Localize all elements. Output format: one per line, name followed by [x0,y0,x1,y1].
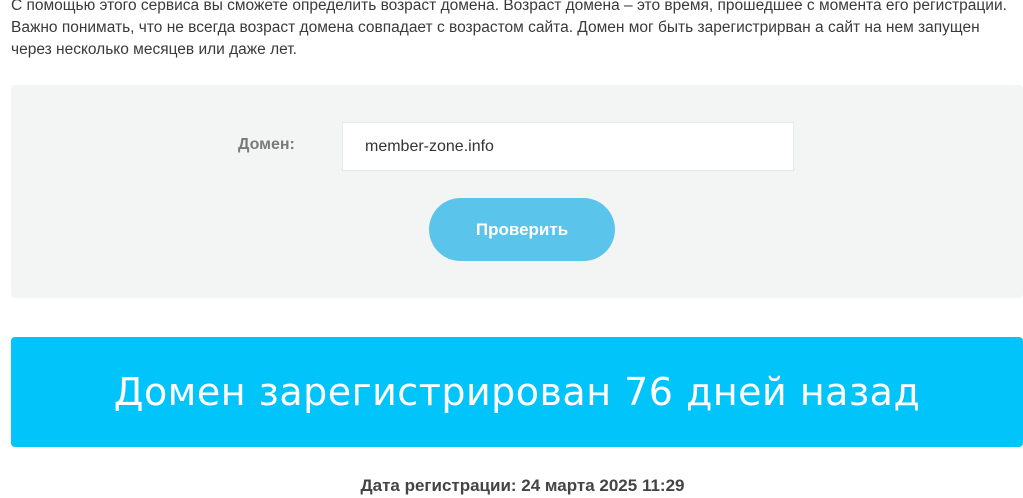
intro-text: С помощью этого сервиса вы сможете опред… [11,0,1007,58]
check-button[interactable]: Проверить [429,198,615,261]
result-message: Домен зарегистрирован 76 дней назад [113,370,921,414]
registration-date: Дата регистрации: 24 марта 2025 11:29 [360,476,685,495]
domain-check-form: Домен: Проверить [11,85,1023,298]
domain-label: Домен: [238,136,295,153]
result-banner: Домен зарегистрирован 76 дней назад [11,337,1023,447]
domain-input[interactable] [342,122,794,171]
